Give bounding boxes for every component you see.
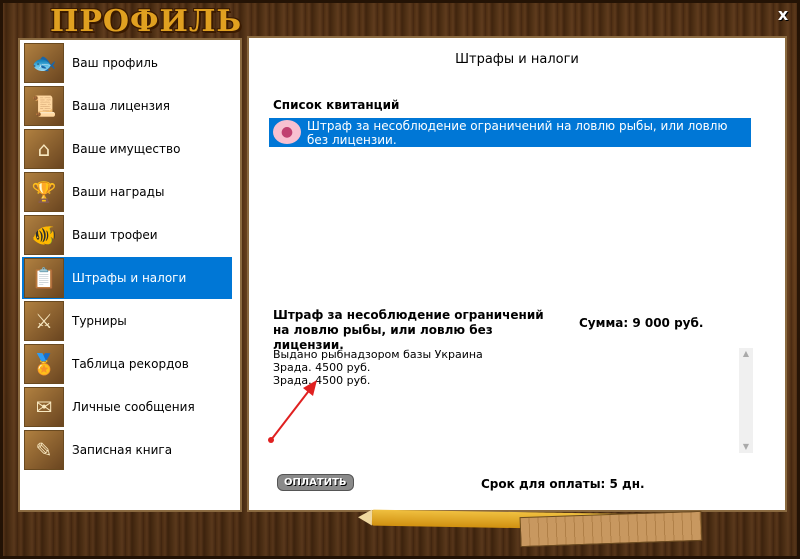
notebook-icon: ✎: [24, 430, 64, 470]
description-line: Выдано рыбнадзором базы Украина: [273, 348, 483, 361]
receipt-text: Штраф за несоблюдение ограничений на лов…: [307, 119, 728, 147]
sidebar-item-label: Таблица рекордов: [72, 357, 189, 371]
sidebar-item-property[interactable]: ⌂ Ваше имущество: [22, 128, 232, 170]
sidebar-item-label: Записная книга: [72, 443, 173, 457]
close-button[interactable]: x: [774, 6, 792, 24]
description-line: Зрада. 4500 руб.: [273, 361, 371, 374]
sidebar-item-label: Ваша лицензия: [72, 99, 170, 113]
envelope-icon: ✉: [24, 387, 64, 427]
sidebar-item-awards[interactable]: 🏆 Ваши награды: [22, 171, 232, 213]
pike-fish-icon: 🐠: [24, 215, 64, 255]
fish-profile-icon: 🐟: [24, 43, 64, 83]
scroll-up-icon[interactable]: ▲: [739, 348, 753, 360]
sidebar-item-label: Штрафы и налоги: [72, 271, 187, 285]
pay-button[interactable]: ОПЛАТИТЬ: [277, 474, 354, 491]
crossed-swords-icon: ⚔: [24, 301, 64, 341]
description-scrollbar[interactable]: ▲ ▼: [739, 348, 753, 453]
payment-deadline: Срок для оплаты: 5 дн.: [481, 477, 645, 491]
receipt-list-item[interactable]: ● Штраф за несоблюдение ограничений на л…: [269, 118, 751, 147]
sidebar-item-records[interactable]: 🏅 Таблица рекордов: [22, 343, 232, 385]
sidebar-item-messages[interactable]: ✉ Личные сообщения: [22, 386, 232, 428]
sidebar-item-trophies[interactable]: 🐠 Ваши трофеи: [22, 214, 232, 256]
main-panel: Штрафы и налоги Список квитанций ● Штраф…: [247, 36, 787, 512]
fine-sum: Сумма: 9 000 руб.: [579, 316, 704, 330]
receipt-list-title: Список квитанций: [273, 98, 400, 112]
sidebar-item-tournaments[interactable]: ⚔ Турниры: [22, 300, 232, 342]
fine-document-icon: 📋: [24, 258, 64, 298]
scroll-down-icon[interactable]: ▼: [739, 441, 753, 453]
sidebar-item-label: Ваше имущество: [72, 142, 181, 156]
house-icon: ⌂: [24, 129, 64, 169]
fine-title: Штраф за несоблюдение ограничений на лов…: [273, 308, 544, 352]
trophy-icon: 🏆: [24, 172, 64, 212]
sidebar-item-label: Ваш профиль: [72, 56, 158, 70]
description-line: Зрада. 4500 руб.: [273, 374, 371, 387]
page-title: Штрафы и налоги: [455, 52, 579, 67]
sidebar-item-label: Ваши трофеи: [72, 228, 158, 242]
sidebar-item-label: Турниры: [72, 314, 127, 328]
window-title: ПРОФИЛЬ: [50, 4, 243, 39]
red-arrow-annotation: [268, 380, 317, 443]
sidebar-item-profile[interactable]: 🐟 Ваш профиль: [22, 42, 232, 84]
sidebar-item-label: Личные сообщения: [72, 400, 195, 414]
sidebar-item-license[interactable]: 📜 Ваша лицензия: [22, 85, 232, 127]
piggy-bank-icon: ●: [273, 120, 301, 144]
sidebar-item-notebook[interactable]: ✎ Записная книга: [22, 429, 232, 471]
sidebar-item-fines[interactable]: 📋 Штрафы и налоги: [22, 257, 232, 299]
medal-icon: 🏅: [24, 344, 64, 384]
fine-description: Выдано рыбнадзором базы Украина Зрада. 4…: [273, 348, 733, 453]
sidebar: 🐟 Ваш профиль 📜 Ваша лицензия ⌂ Ваше иму…: [18, 38, 242, 512]
license-document-icon: 📜: [24, 86, 64, 126]
sidebar-item-label: Ваши награды: [72, 185, 165, 199]
ruler-decoration: [519, 510, 703, 548]
